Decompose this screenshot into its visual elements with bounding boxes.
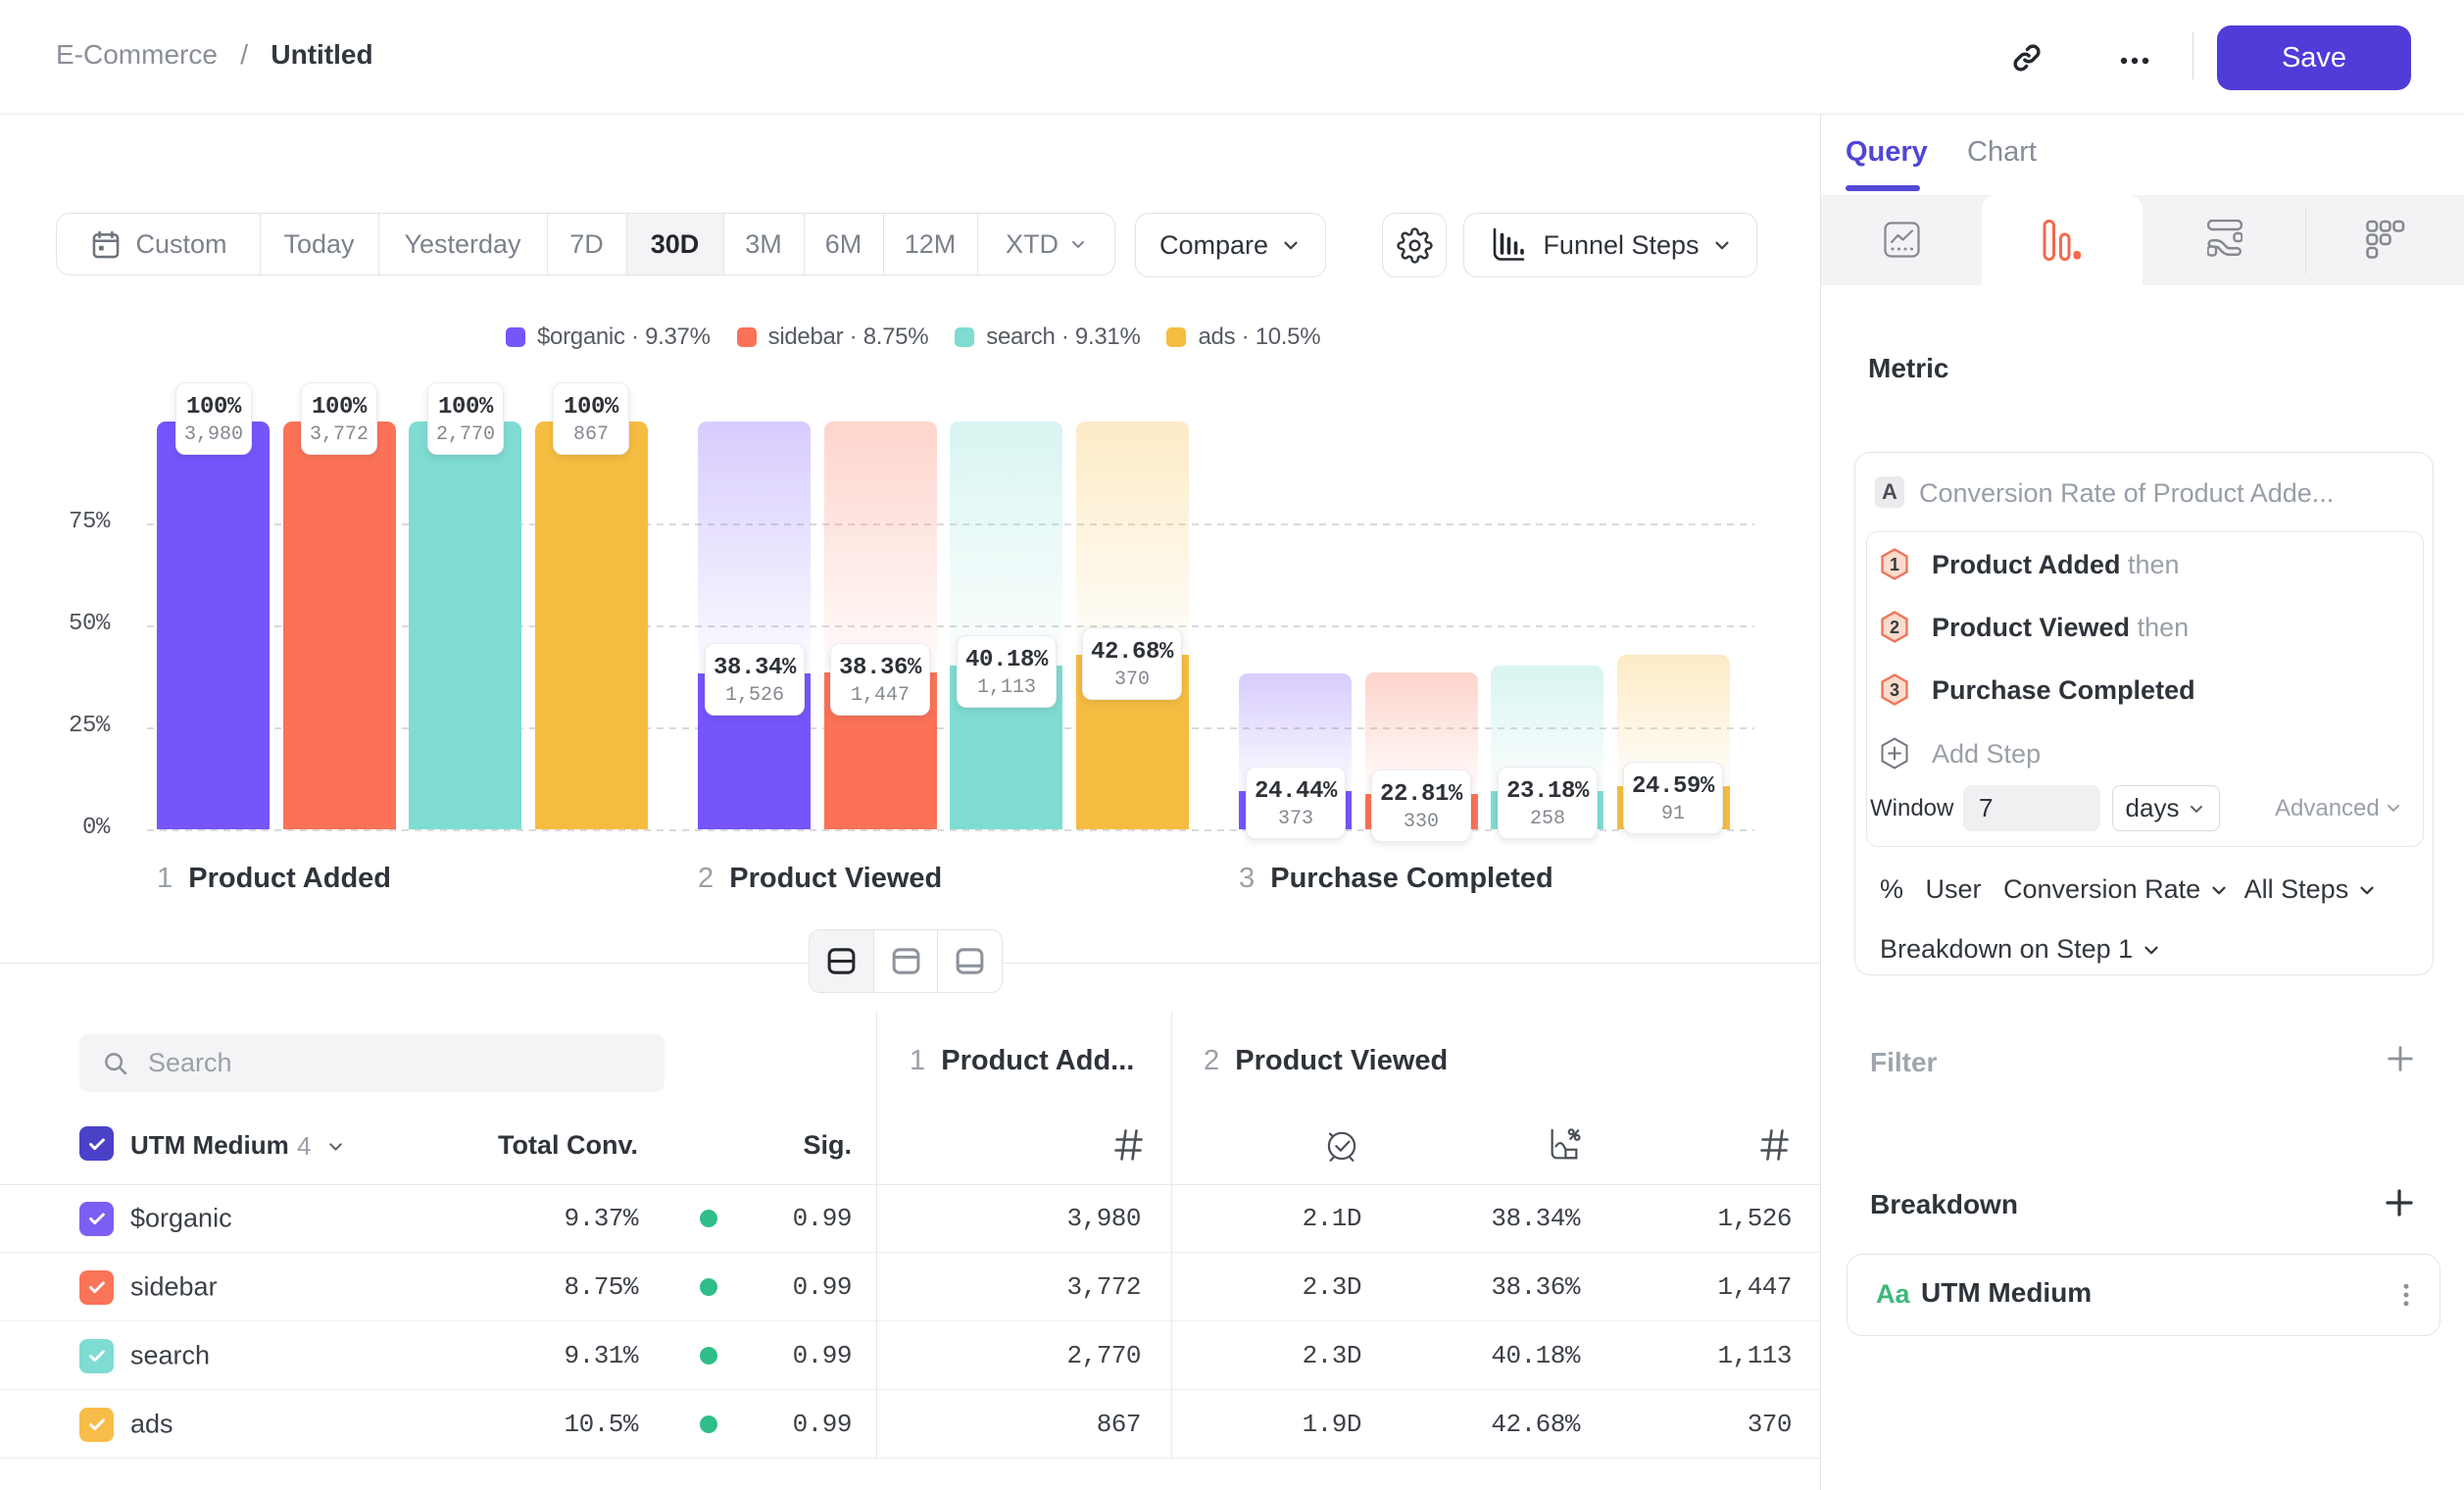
svg-text:1: 1 — [1890, 555, 1899, 574]
svg-text:3: 3 — [1890, 680, 1899, 700]
svg-text:2: 2 — [1890, 618, 1899, 637]
